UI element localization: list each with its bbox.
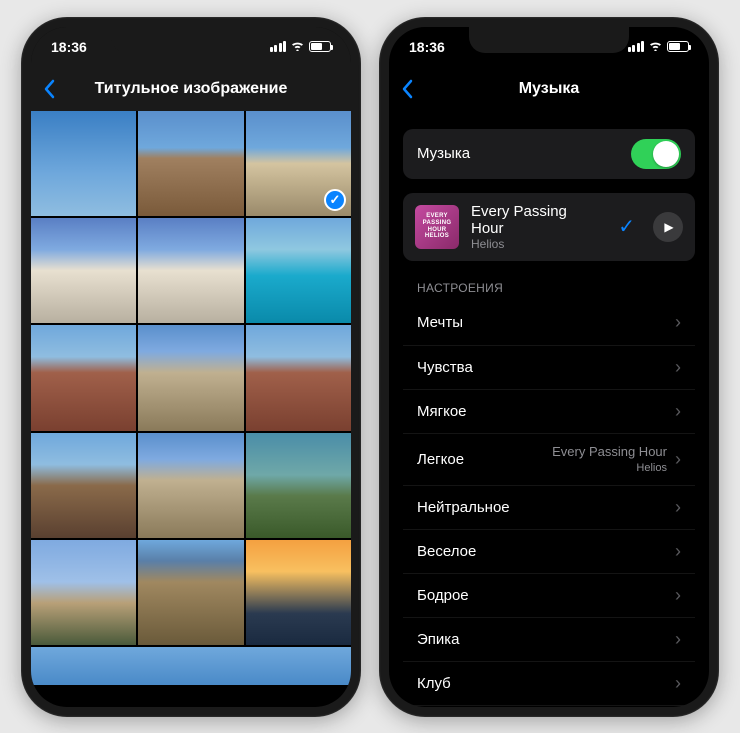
mood-row[interactable]: Мягкое ›	[403, 389, 695, 433]
photo-thumbnail[interactable]	[138, 111, 243, 216]
photo-thumbnail[interactable]	[138, 218, 243, 323]
status-time: 18:36	[51, 39, 87, 55]
nav-bar: Титульное изображение	[31, 67, 351, 111]
mood-row[interactable]: Мечты ›	[403, 301, 695, 345]
phone-left: 18:36 Титульное изображение ✓	[21, 17, 361, 717]
photo-thumbnail[interactable]	[31, 111, 136, 216]
photo-thumbnail[interactable]	[246, 540, 351, 645]
play-button[interactable]: ▶	[653, 212, 683, 242]
phone-right: 18:36 Музыка Музыка	[379, 17, 719, 717]
chevron-right-icon: ›	[675, 449, 681, 470]
photo-thumbnail[interactable]	[246, 218, 351, 323]
photo-thumbnail[interactable]	[138, 540, 243, 645]
mood-label: Клуб	[417, 675, 667, 692]
photo-thumbnail[interactable]	[31, 647, 351, 684]
song-title: Every Passing Hour	[471, 203, 600, 237]
album-art: EVERY PASSING HOUR HELIOS	[415, 205, 459, 249]
screen-left: 18:36 Титульное изображение ✓	[31, 27, 351, 707]
current-song-row[interactable]: EVERY PASSING HOUR HELIOS Every Passing …	[403, 193, 695, 261]
status-time: 18:36	[409, 39, 445, 55]
selected-check-icon: ✓	[324, 189, 346, 211]
chevron-right-icon: ›	[675, 497, 681, 518]
photo-grid[interactable]: ✓	[31, 111, 351, 685]
chevron-right-icon: ›	[675, 585, 681, 606]
page-title: Музыка	[389, 80, 709, 98]
mood-label: Легкое	[417, 451, 552, 468]
chevron-right-icon: ›	[675, 673, 681, 694]
status-icons	[270, 39, 332, 54]
chevron-right-icon: ›	[675, 629, 681, 650]
battery-icon	[309, 41, 331, 52]
chevron-right-icon: ›	[675, 312, 681, 333]
notch	[469, 27, 629, 53]
mood-label: Мечты	[417, 314, 667, 331]
photo-thumbnail[interactable]	[31, 433, 136, 538]
mood-row[interactable]: Клуб ›	[403, 661, 695, 705]
moods-section-header: НАСТРОЕНИЯ	[389, 275, 709, 301]
screen-right: 18:36 Музыка Музыка	[389, 27, 709, 707]
mood-row[interactable]: Эпика ›	[403, 617, 695, 661]
signal-icon	[628, 41, 645, 52]
photo-thumbnail[interactable]	[138, 433, 243, 538]
chevron-right-icon: ›	[675, 357, 681, 378]
notch	[111, 27, 271, 53]
photo-thumbnail[interactable]	[246, 433, 351, 538]
mood-label: Бодрое	[417, 587, 667, 604]
music-toggle-row: Музыка	[403, 129, 695, 179]
mood-row[interactable]: Легкое Every Passing Hour Helios ›	[403, 433, 695, 486]
chevron-right-icon: ›	[675, 401, 681, 422]
status-icons	[628, 39, 690, 54]
moods-list: Мечты › Чувства › Мягкое › Легкое Every …	[403, 301, 695, 707]
mood-row[interactable]: Бодрое ›	[403, 573, 695, 617]
mood-label: Эпика	[417, 631, 667, 648]
mood-label: Чувства	[417, 359, 667, 376]
photo-thumbnail[interactable]	[31, 540, 136, 645]
mood-row[interactable]: Нейтральное ›	[403, 485, 695, 529]
song-text: Every Passing Hour Helios	[471, 203, 600, 251]
mood-label: Веселое	[417, 543, 667, 560]
photo-thumbnail[interactable]	[31, 325, 136, 430]
mood-label: Мягкое	[417, 403, 667, 420]
photo-thumbnail[interactable]: ✓	[246, 111, 351, 216]
song-artist: Helios	[471, 237, 600, 251]
mood-row[interactable]: Веселое ›	[403, 529, 695, 573]
music-toggle[interactable]	[631, 139, 681, 169]
battery-icon	[667, 41, 689, 52]
check-icon: ✓	[618, 214, 635, 239]
mood-row[interactable]: Чувства ›	[403, 345, 695, 389]
mood-label: Нейтральное	[417, 499, 667, 516]
mood-row[interactable]: Экстрим ›	[403, 705, 695, 706]
chevron-right-icon: ›	[675, 541, 681, 562]
photo-thumbnail[interactable]	[138, 325, 243, 430]
mood-detail: Every Passing Hour Helios	[552, 444, 667, 476]
nav-bar: Музыка	[389, 67, 709, 111]
wifi-icon	[648, 39, 663, 54]
toggle-label: Музыка	[417, 145, 631, 162]
photo-thumbnail[interactable]	[246, 325, 351, 430]
signal-icon	[270, 41, 287, 52]
wifi-icon	[290, 39, 305, 54]
photo-thumbnail[interactable]	[31, 218, 136, 323]
page-title: Титульное изображение	[31, 80, 351, 98]
